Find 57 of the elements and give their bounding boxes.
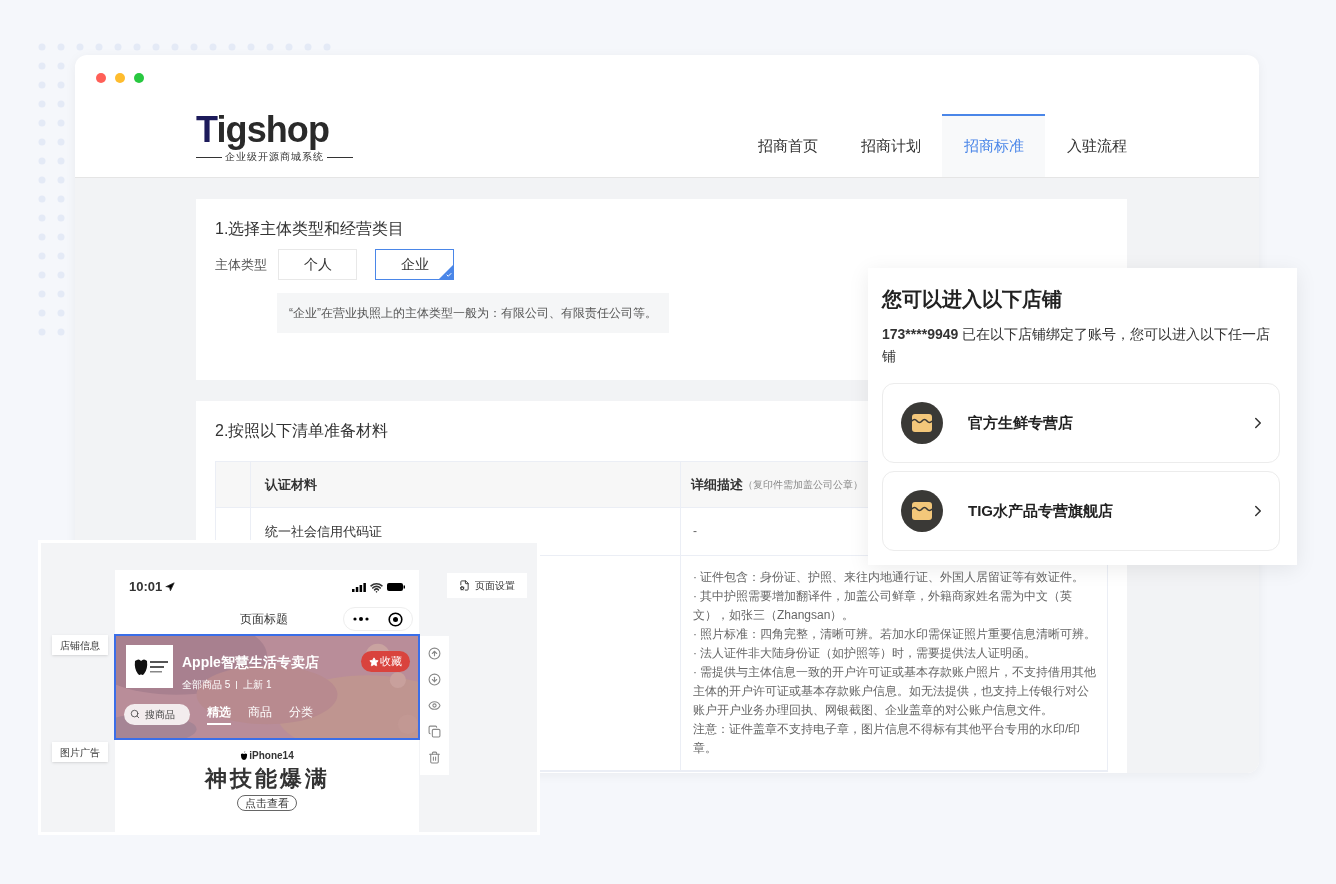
shop-icon	[901, 402, 943, 444]
store-stat: 上新 1	[243, 678, 272, 692]
page-settings-icon	[459, 580, 470, 591]
search-icon	[130, 709, 140, 719]
option-button[interactable]: 企业	[375, 249, 454, 280]
section-title: 2.按照以下清单准备材料	[215, 421, 389, 441]
eye-icon[interactable]	[428, 698, 441, 712]
signal-icon	[352, 582, 366, 592]
copy-icon[interactable]	[428, 725, 441, 739]
location-icon	[165, 582, 176, 592]
battery-icon	[387, 583, 405, 591]
status-time: 10:01	[129, 578, 163, 597]
nav-tab[interactable]: 招商计划	[839, 114, 942, 177]
section-title: 1.选择主体类型和经营类目	[215, 219, 405, 239]
store-logo-icon	[126, 645, 173, 688]
table-cell-text: · 其中护照需要增加翻译件，加盖公司鲜章，外籍商家姓名需为中文（英文），如张三（Zhangsan）。	[693, 588, 1074, 624]
more-icon	[353, 617, 370, 621]
move-down-icon[interactable]	[428, 672, 441, 686]
star-icon	[369, 656, 379, 667]
ad-headline: 神技能爆满	[204, 765, 330, 793]
logo-tagline: 企业级开源商城系统	[225, 151, 324, 163]
nav-tab[interactable]: 招商标准	[942, 114, 1045, 177]
option-button[interactable]: 个人	[278, 249, 357, 280]
page-settings-button[interactable]: 页面设置	[447, 573, 527, 598]
table-cell-text: · 证件包含：身份证、护照、来往内地通行证、外国人居留证等有效证件。	[693, 569, 1086, 586]
store-banner[interactable]: Apple智慧生活专卖店 全部商品 5 上新 1 收藏 搜商品 精选 商品 分类	[114, 634, 420, 740]
check-icon	[446, 272, 452, 278]
store-name: Apple智慧生活专卖店	[182, 653, 319, 671]
move-up-icon[interactable]	[428, 646, 441, 660]
ad-brand: iPhone14	[249, 749, 294, 763]
popup-message: 173****9949 已在以下店铺绑定了账号，您可以进入以下任一店铺	[882, 325, 1272, 366]
table-cell-text: 统一社会信用代码证	[265, 522, 382, 541]
target-icon	[387, 611, 403, 627]
table-cell-text: · 照片标准：四角完整，清晰可辨。若加水印需保证照片重要信息清晰可辨。	[693, 626, 1097, 643]
table-cell-text: 注意：证件盖章不支持电子章，图片信息不得标有其他平台专用的水印/印章。	[693, 721, 1082, 757]
store-item[interactable]: 官方生鲜专营店	[882, 383, 1280, 463]
nav-tab[interactable]: 招商首页	[736, 114, 839, 177]
store-stat: 全部商品 5	[182, 678, 231, 692]
hint-box: “企业”在营业执照上的主体类型一般为：有限公司、有限责任公司等。	[277, 293, 669, 333]
nav-tab[interactable]: 入驻流程	[1045, 114, 1148, 177]
component-label: 店铺信息	[52, 635, 108, 655]
trash-icon[interactable]	[428, 751, 441, 765]
component-label: 图片广告	[52, 742, 108, 762]
store-item[interactable]: TIG水产品专营旗舰店	[882, 471, 1280, 551]
shop-icon	[901, 490, 943, 532]
favorite-button[interactable]: 收藏	[361, 651, 410, 672]
table-cell-text: · 需提供与主体信息一致的开户许可证或基本存款账户照片，不支持借用其他主体的开户许可证或基本存款账户信息。如无法提供，也支持上传银行对公账户开户业务办理回执、网银截图、企业盖章的对公账户信息文件。	[693, 664, 1097, 719]
table-cell-text: -	[693, 523, 698, 540]
column-note: （复印件需加盖公司公章）	[743, 478, 863, 492]
field-label: 主体类型	[215, 255, 268, 274]
table-cell-text: · 法人证件非大陆身份证（如护照等）时，需要提供法人证明函。	[693, 645, 1038, 662]
apple-icon	[240, 751, 249, 760]
page-title: 页面标题	[240, 611, 288, 628]
header-cell-text: 详细描述	[691, 475, 743, 494]
header-cell: 认证材料	[251, 462, 681, 507]
wifi-icon	[370, 580, 383, 594]
popup-title: 您可以进入以下店铺	[882, 287, 1063, 312]
